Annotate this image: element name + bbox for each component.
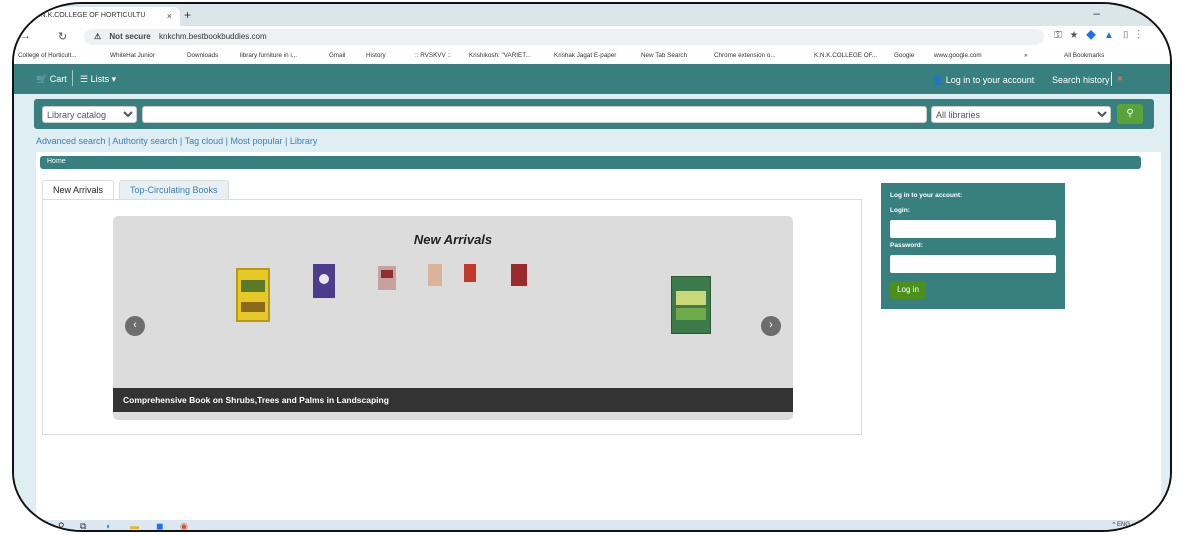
carousel-caption: Comprehensive Book on Shrubs,Trees and P… <box>113 388 793 412</box>
browser-tab[interactable]: K.N.K.COLLEGE OF HORTICULTU × <box>14 7 180 26</box>
login-link[interactable]: 👤 Log in to your account <box>932 75 1034 86</box>
bookmark-item[interactable]: College of Horticult... <box>18 52 76 59</box>
clock[interactable]: 1:13 <box>1145 520 1156 526</box>
catalog-select[interactable]: Library catalog <box>42 106 137 123</box>
login-box: Log in to your account: Login: Password:… <box>881 183 1065 309</box>
bookmark-item[interactable]: www.google.com <box>934 52 982 59</box>
browser-toolbar-icons: ⚿★◆▲▯⋮ <box>1054 30 1148 41</box>
libraries-select[interactable]: All libraries <box>931 106 1111 123</box>
bookmarks-bar: College of Horticult... WhiteHat Junior … <box>14 48 1170 64</box>
minimize-button[interactable]: – <box>1093 6 1100 20</box>
bookmark-item[interactable]: Downloads <box>187 52 218 59</box>
login-box-title: Log in to your account: <box>890 192 963 199</box>
system-tray[interactable]: ^ ENG <box>1113 522 1130 528</box>
bookmark-item[interactable]: WhiteHat Junior <box>110 52 155 59</box>
key-icon[interactable]: ⚿ <box>1054 30 1070 41</box>
store-icon[interactable]: ◼ <box>156 521 163 530</box>
bookmark-item[interactable]: Gmail <box>329 52 345 59</box>
all-bookmarks[interactable]: All Bookmarks <box>1064 52 1104 59</box>
bookmark-item[interactable]: K.N.K.COLLEGE OF... <box>814 52 877 59</box>
login-label: Login: <box>890 207 910 214</box>
chrome-icon[interactable]: ◉ <box>180 521 188 530</box>
book-cover[interactable] <box>313 264 335 298</box>
search-bar: Library catalog All libraries ⚲ <box>34 99 1154 129</box>
search-icon: ⚲ <box>1126 108 1134 119</box>
task-view-icon[interactable]: ⧉ <box>80 521 86 530</box>
authority-search-link[interactable]: Authority search <box>112 136 177 146</box>
tab-panel: New Arrivals ‹ › Comprehensive Book on S… <box>42 199 862 435</box>
tab-title: K.N.K.COLLEGE OF HORTICULTU <box>34 12 146 19</box>
bookmarks-overflow[interactable]: » <box>1024 52 1028 59</box>
bookmark-item[interactable]: History <box>366 52 386 59</box>
screenshot-frame: K.N.K.COLLEGE OF HORTICULTU × + – → ↻ ⚠ … <box>12 2 1172 532</box>
password-label: Password: <box>890 242 923 249</box>
book-cover[interactable] <box>464 264 476 282</box>
most-popular-link[interactable]: Most popular <box>230 136 282 146</box>
profile-icon[interactable]: ▲ <box>1104 30 1122 41</box>
book-cover[interactable] <box>236 268 270 322</box>
password-field[interactable] <box>890 255 1056 273</box>
new-tab-button[interactable]: + <box>184 8 191 22</box>
file-explorer-icon[interactable]: ▬ <box>130 521 139 530</box>
sidepanel-icon[interactable]: ▯ <box>1122 30 1138 41</box>
reload-icon[interactable]: ↻ <box>58 30 67 43</box>
bookmark-item[interactable]: New Tab Search <box>641 52 687 59</box>
edge-icon[interactable]: ◐ <box>106 521 111 530</box>
star-icon[interactable]: ★ <box>1070 30 1086 41</box>
page: 🛒 Cart ☰ Lists ▾ 👤 Log in to your accoun… <box>14 64 1170 520</box>
list-icon: ☰ <box>80 74 89 84</box>
book-cover[interactable] <box>428 264 442 286</box>
extension-icon[interactable]: ◆ <box>1086 30 1104 41</box>
cart-icon: 🛒 <box>36 74 48 84</box>
main-content: Home New Arrivals Top-Circulating Books … <box>36 152 1161 520</box>
menu-icon[interactable]: ⋮ <box>1138 30 1149 41</box>
divider <box>72 70 73 86</box>
tag-cloud-link[interactable]: Tag cloud <box>185 136 224 146</box>
close-icon[interactable]: × <box>167 11 172 21</box>
search-button[interactable]: ⚲ <box>1117 104 1143 124</box>
prev-arrow-icon[interactable]: ‹ <box>125 316 145 336</box>
tabs: New Arrivals Top-Circulating Books <box>42 180 862 200</box>
advanced-search-link[interactable]: Advanced search <box>36 136 106 146</box>
bookmark-item[interactable]: :: RVSKVV :: <box>415 52 451 59</box>
search-history-link[interactable]: Search history <box>1052 75 1110 85</box>
warning-icon: ⚠ <box>94 32 102 41</box>
tab-top-circulating[interactable]: Top-Circulating Books <box>119 180 229 200</box>
new-arrivals-carousel: New Arrivals ‹ › Comprehensive Book on S… <box>113 216 793 420</box>
search-input[interactable] <box>142 106 927 123</box>
url-bar[interactable]: ⚠ Not secure knkchm.bestbookbuddies.com <box>84 29 1044 45</box>
url-text: knkchm.bestbookbuddies.com <box>159 32 267 41</box>
login-field[interactable] <box>890 220 1056 238</box>
browser-tabstrip: K.N.K.COLLEGE OF HORTICULTU × + – <box>14 4 1170 26</box>
breadcrumb-home[interactable]: Home <box>47 158 66 165</box>
cart-link[interactable]: 🛒 Cart <box>36 74 67 85</box>
taskbar: ⚲ ⧉ ◐ ▬ ◼ ◉ ^ ENG 1:13 <box>14 520 1170 530</box>
tab-new-arrivals[interactable]: New Arrivals <box>42 180 115 200</box>
address-bar-row: → ↻ ⚠ Not secure knkchm.bestbookbuddies.… <box>14 26 1170 48</box>
book-cover[interactable] <box>671 276 711 334</box>
not-secure-label: Not secure <box>109 32 151 41</box>
forward-icon[interactable]: → <box>20 30 31 42</box>
search-icon[interactable]: ⚲ <box>58 521 65 530</box>
bookmark-item[interactable]: Chrome extension o... <box>714 52 776 59</box>
login-button[interactable]: Log in <box>890 281 926 299</box>
secondary-links: Advanced search | Authority search | Tag… <box>36 136 318 146</box>
clear-history-icon[interactable]: ✖ <box>1111 72 1147 86</box>
bookmark-item[interactable]: Google <box>894 52 914 59</box>
caret-down-icon: ▾ <box>111 74 117 84</box>
next-arrow-icon[interactable]: › <box>761 316 781 336</box>
top-navbar: 🛒 Cart ☰ Lists ▾ 👤 Log in to your accoun… <box>14 64 1170 94</box>
bookmark-item[interactable]: Krishak Jagat E-paper <box>554 52 616 59</box>
breadcrumb: Home <box>40 156 1141 169</box>
carousel-title: New Arrivals <box>413 232 493 247</box>
bookmark-item[interactable]: Krishikosh: "VARIET... <box>469 52 531 59</box>
book-cover[interactable] <box>511 264 527 286</box>
lists-menu[interactable]: ☰ Lists ▾ <box>80 74 116 85</box>
bookmark-item[interactable]: library furniture in i... <box>240 52 297 59</box>
library-link[interactable]: Library <box>290 136 318 146</box>
book-cover[interactable] <box>378 266 396 290</box>
user-icon: 👤 <box>932 75 944 85</box>
